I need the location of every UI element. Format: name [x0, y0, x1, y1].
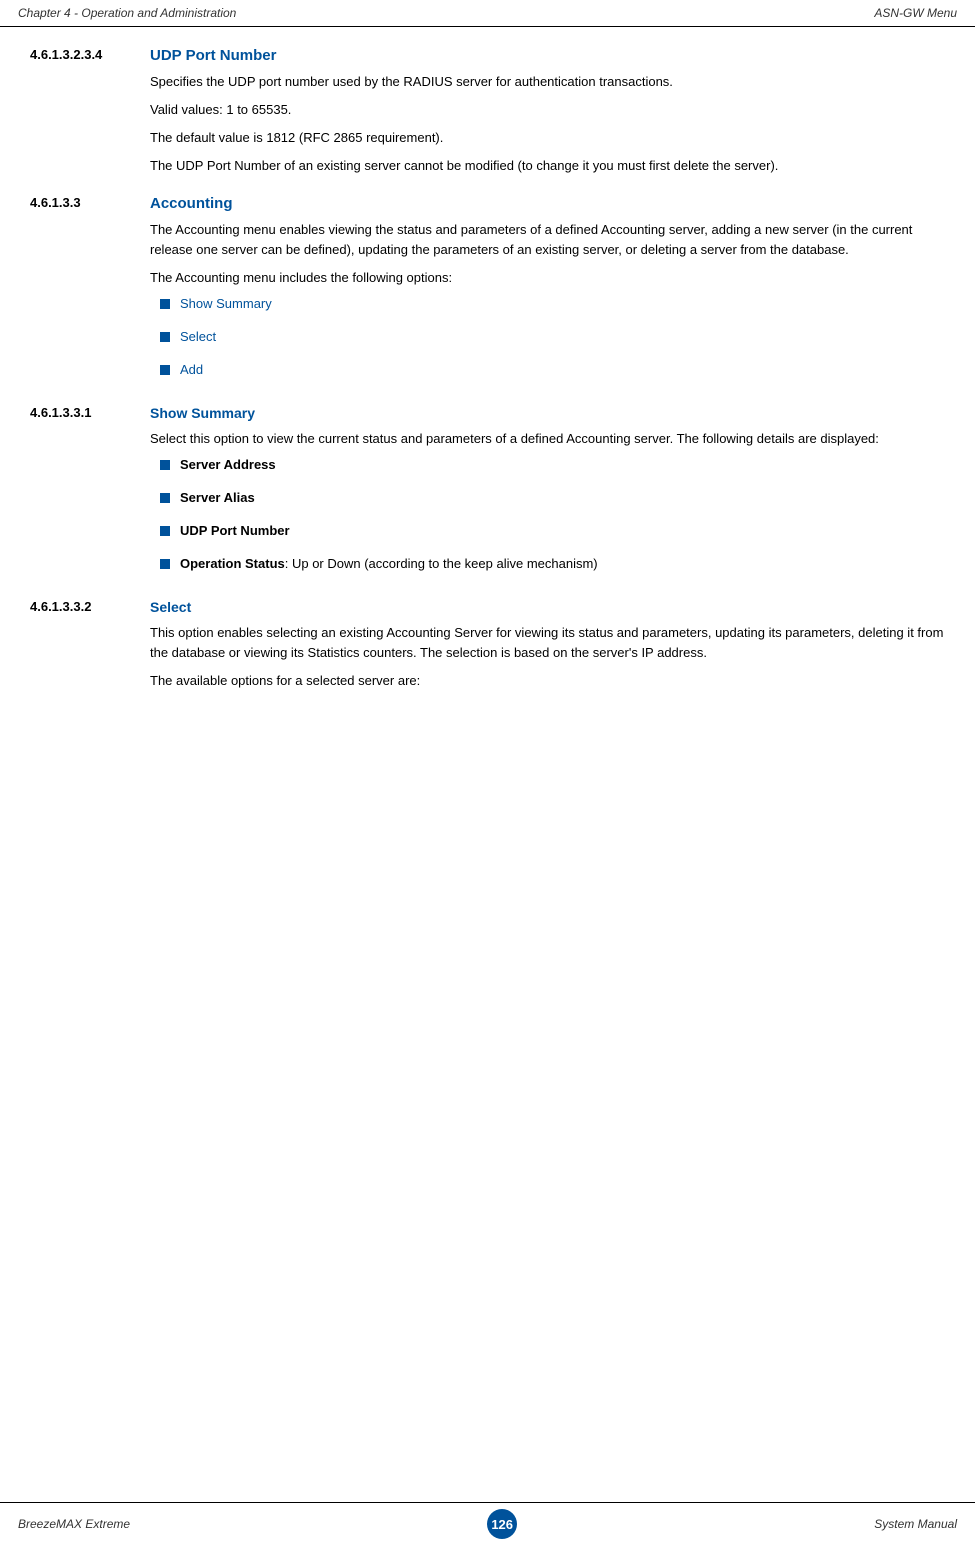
section-title-col-4613234: UDP Port Number Specifies the UDP port n… — [150, 47, 945, 185]
bullet-text-show-summary[interactable]: Show Summary — [180, 296, 272, 311]
bullet-square-icon — [160, 460, 170, 470]
bullet-term-operation-status: Operation Status — [180, 556, 285, 571]
page-header: Chapter 4 - Operation and Administration… — [0, 0, 975, 27]
para-4613234-0: Specifies the UDP port number used by th… — [150, 72, 945, 92]
bullet-add: Add — [150, 362, 945, 377]
bullet-square-icon — [160, 299, 170, 309]
bullet-list-461331: Server Address Server Alias UDP Port Num… — [150, 457, 945, 571]
bullet-text-select[interactable]: Select — [180, 329, 216, 344]
footer-left: BreezeMAX Extreme — [18, 1517, 130, 1531]
bullet-text-server-address: Server Address — [180, 457, 276, 472]
section-num-46133: 4.6.1.3.3 — [30, 195, 150, 395]
section-title-46133: Accounting — [150, 195, 945, 212]
bullet-operation-status: Operation Status: Up or Down (according … — [150, 556, 945, 571]
bullet-suffix-operation-status: : Up or Down (according to the keep aliv… — [285, 556, 598, 571]
section-461332: 4.6.1.3.3.2 Select This option enables s… — [30, 599, 945, 699]
bullet-select: Select — [150, 329, 945, 344]
bullet-square-icon — [160, 365, 170, 375]
bullet-text-operation-status: Operation Status: Up or Down (according … — [180, 556, 598, 571]
section-num-461331: 4.6.1.3.3.1 — [30, 405, 150, 589]
section-title-col-46133: Accounting The Accounting menu enables v… — [150, 195, 945, 395]
page-content: 4.6.1.3.2.3.4 UDP Port Number Specifies … — [0, 27, 975, 790]
para-4613234-1: Valid values: 1 to 65535. — [150, 100, 945, 120]
bullet-square-icon — [160, 559, 170, 569]
section-title-461331: Show Summary — [150, 405, 945, 421]
para-46133-1: The Accounting menu includes the followi… — [150, 268, 945, 288]
para-4613234-3: The UDP Port Number of an existing serve… — [150, 156, 945, 176]
section-title-col-461331: Show Summary Select this option to view … — [150, 405, 945, 589]
bullet-text-server-alias: Server Alias — [180, 490, 255, 505]
section-num-461332: 4.6.1.3.3.2 — [30, 599, 150, 699]
footer-right: System Manual — [874, 1517, 957, 1531]
section-4613234: 4.6.1.3.2.3.4 UDP Port Number Specifies … — [30, 47, 945, 185]
bullet-text-add[interactable]: Add — [180, 362, 203, 377]
bullet-server-address: Server Address — [150, 457, 945, 472]
bullet-text-udp-port: UDP Port Number — [180, 523, 290, 538]
bullet-server-alias: Server Alias — [150, 490, 945, 505]
section-num-4613234: 4.6.1.3.2.3.4 — [30, 47, 150, 185]
section-title-4613234: UDP Port Number — [150, 47, 945, 64]
para-461332-1: The available options for a selected ser… — [150, 671, 945, 691]
bullet-square-icon — [160, 332, 170, 342]
para-461332-0: This option enables selecting an existin… — [150, 623, 945, 663]
para-461331-0: Select this option to view the current s… — [150, 429, 945, 449]
bullet-square-icon — [160, 526, 170, 536]
header-right: ASN-GW Menu — [874, 6, 957, 20]
footer-page-number: 126 — [487, 1509, 517, 1539]
header-left: Chapter 4 - Operation and Administration — [18, 6, 236, 20]
bullet-show-summary: Show Summary — [150, 296, 945, 311]
section-461331: 4.6.1.3.3.1 Show Summary Select this opt… — [30, 405, 945, 589]
section-title-col-461332: Select This option enables selecting an … — [150, 599, 945, 699]
para-46133-0: The Accounting menu enables viewing the … — [150, 220, 945, 260]
bullet-udp-port-number: UDP Port Number — [150, 523, 945, 538]
section-46133: 4.6.1.3.3 Accounting The Accounting menu… — [30, 195, 945, 395]
section-title-461332: Select — [150, 599, 945, 615]
para-4613234-2: The default value is 1812 (RFC 2865 requ… — [150, 128, 945, 148]
bullet-square-icon — [160, 493, 170, 503]
bullet-list-46133: Show Summary Select Add — [150, 296, 945, 377]
page-footer: BreezeMAX Extreme 126 System Manual — [0, 1502, 975, 1545]
